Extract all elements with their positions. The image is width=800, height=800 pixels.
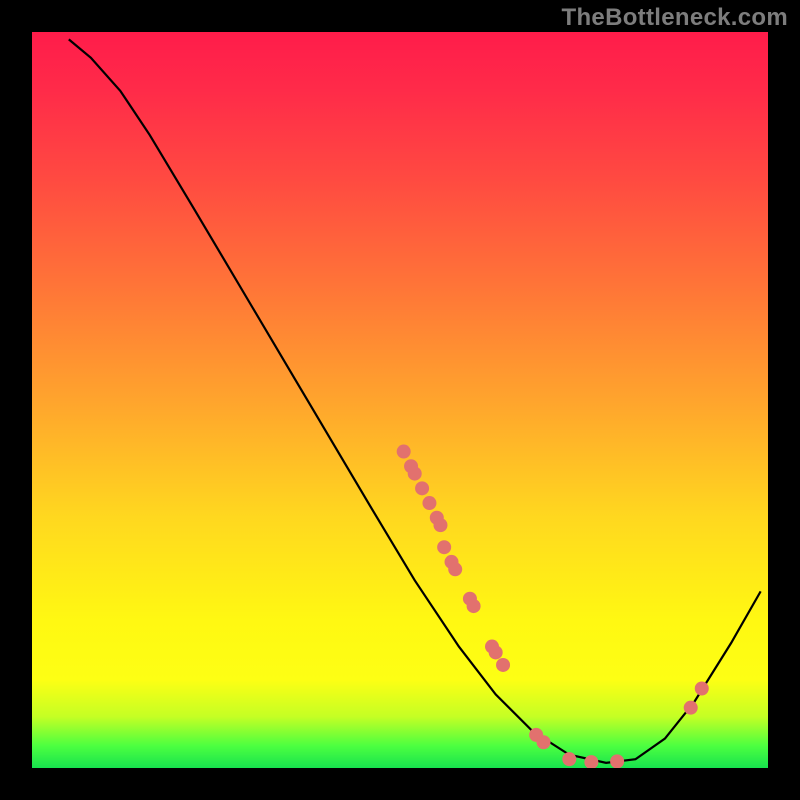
- scatter-point: [467, 599, 481, 613]
- attribution-text: TheBottleneck.com: [562, 4, 788, 32]
- scatter-point: [610, 754, 624, 768]
- scatter-point: [415, 481, 429, 495]
- scatter-point: [422, 496, 436, 510]
- scatter-point: [537, 735, 551, 749]
- scatter-point: [562, 752, 576, 766]
- curve-overlay: [32, 32, 768, 768]
- scatter-point: [584, 755, 598, 768]
- scatter-point: [448, 562, 462, 576]
- scatter-point: [684, 701, 698, 715]
- scatter-point: [433, 518, 447, 532]
- plot-area: [32, 32, 768, 768]
- scatter-markers: [397, 445, 709, 768]
- scatter-point: [496, 658, 510, 672]
- scatter-point: [695, 682, 709, 696]
- scatter-point: [437, 540, 451, 554]
- scatter-point: [408, 467, 422, 481]
- scatter-point: [397, 445, 411, 459]
- scatter-point: [489, 645, 503, 659]
- chart-frame: TheBottleneck.com: [0, 0, 800, 800]
- bottleneck-curve: [69, 39, 761, 762]
